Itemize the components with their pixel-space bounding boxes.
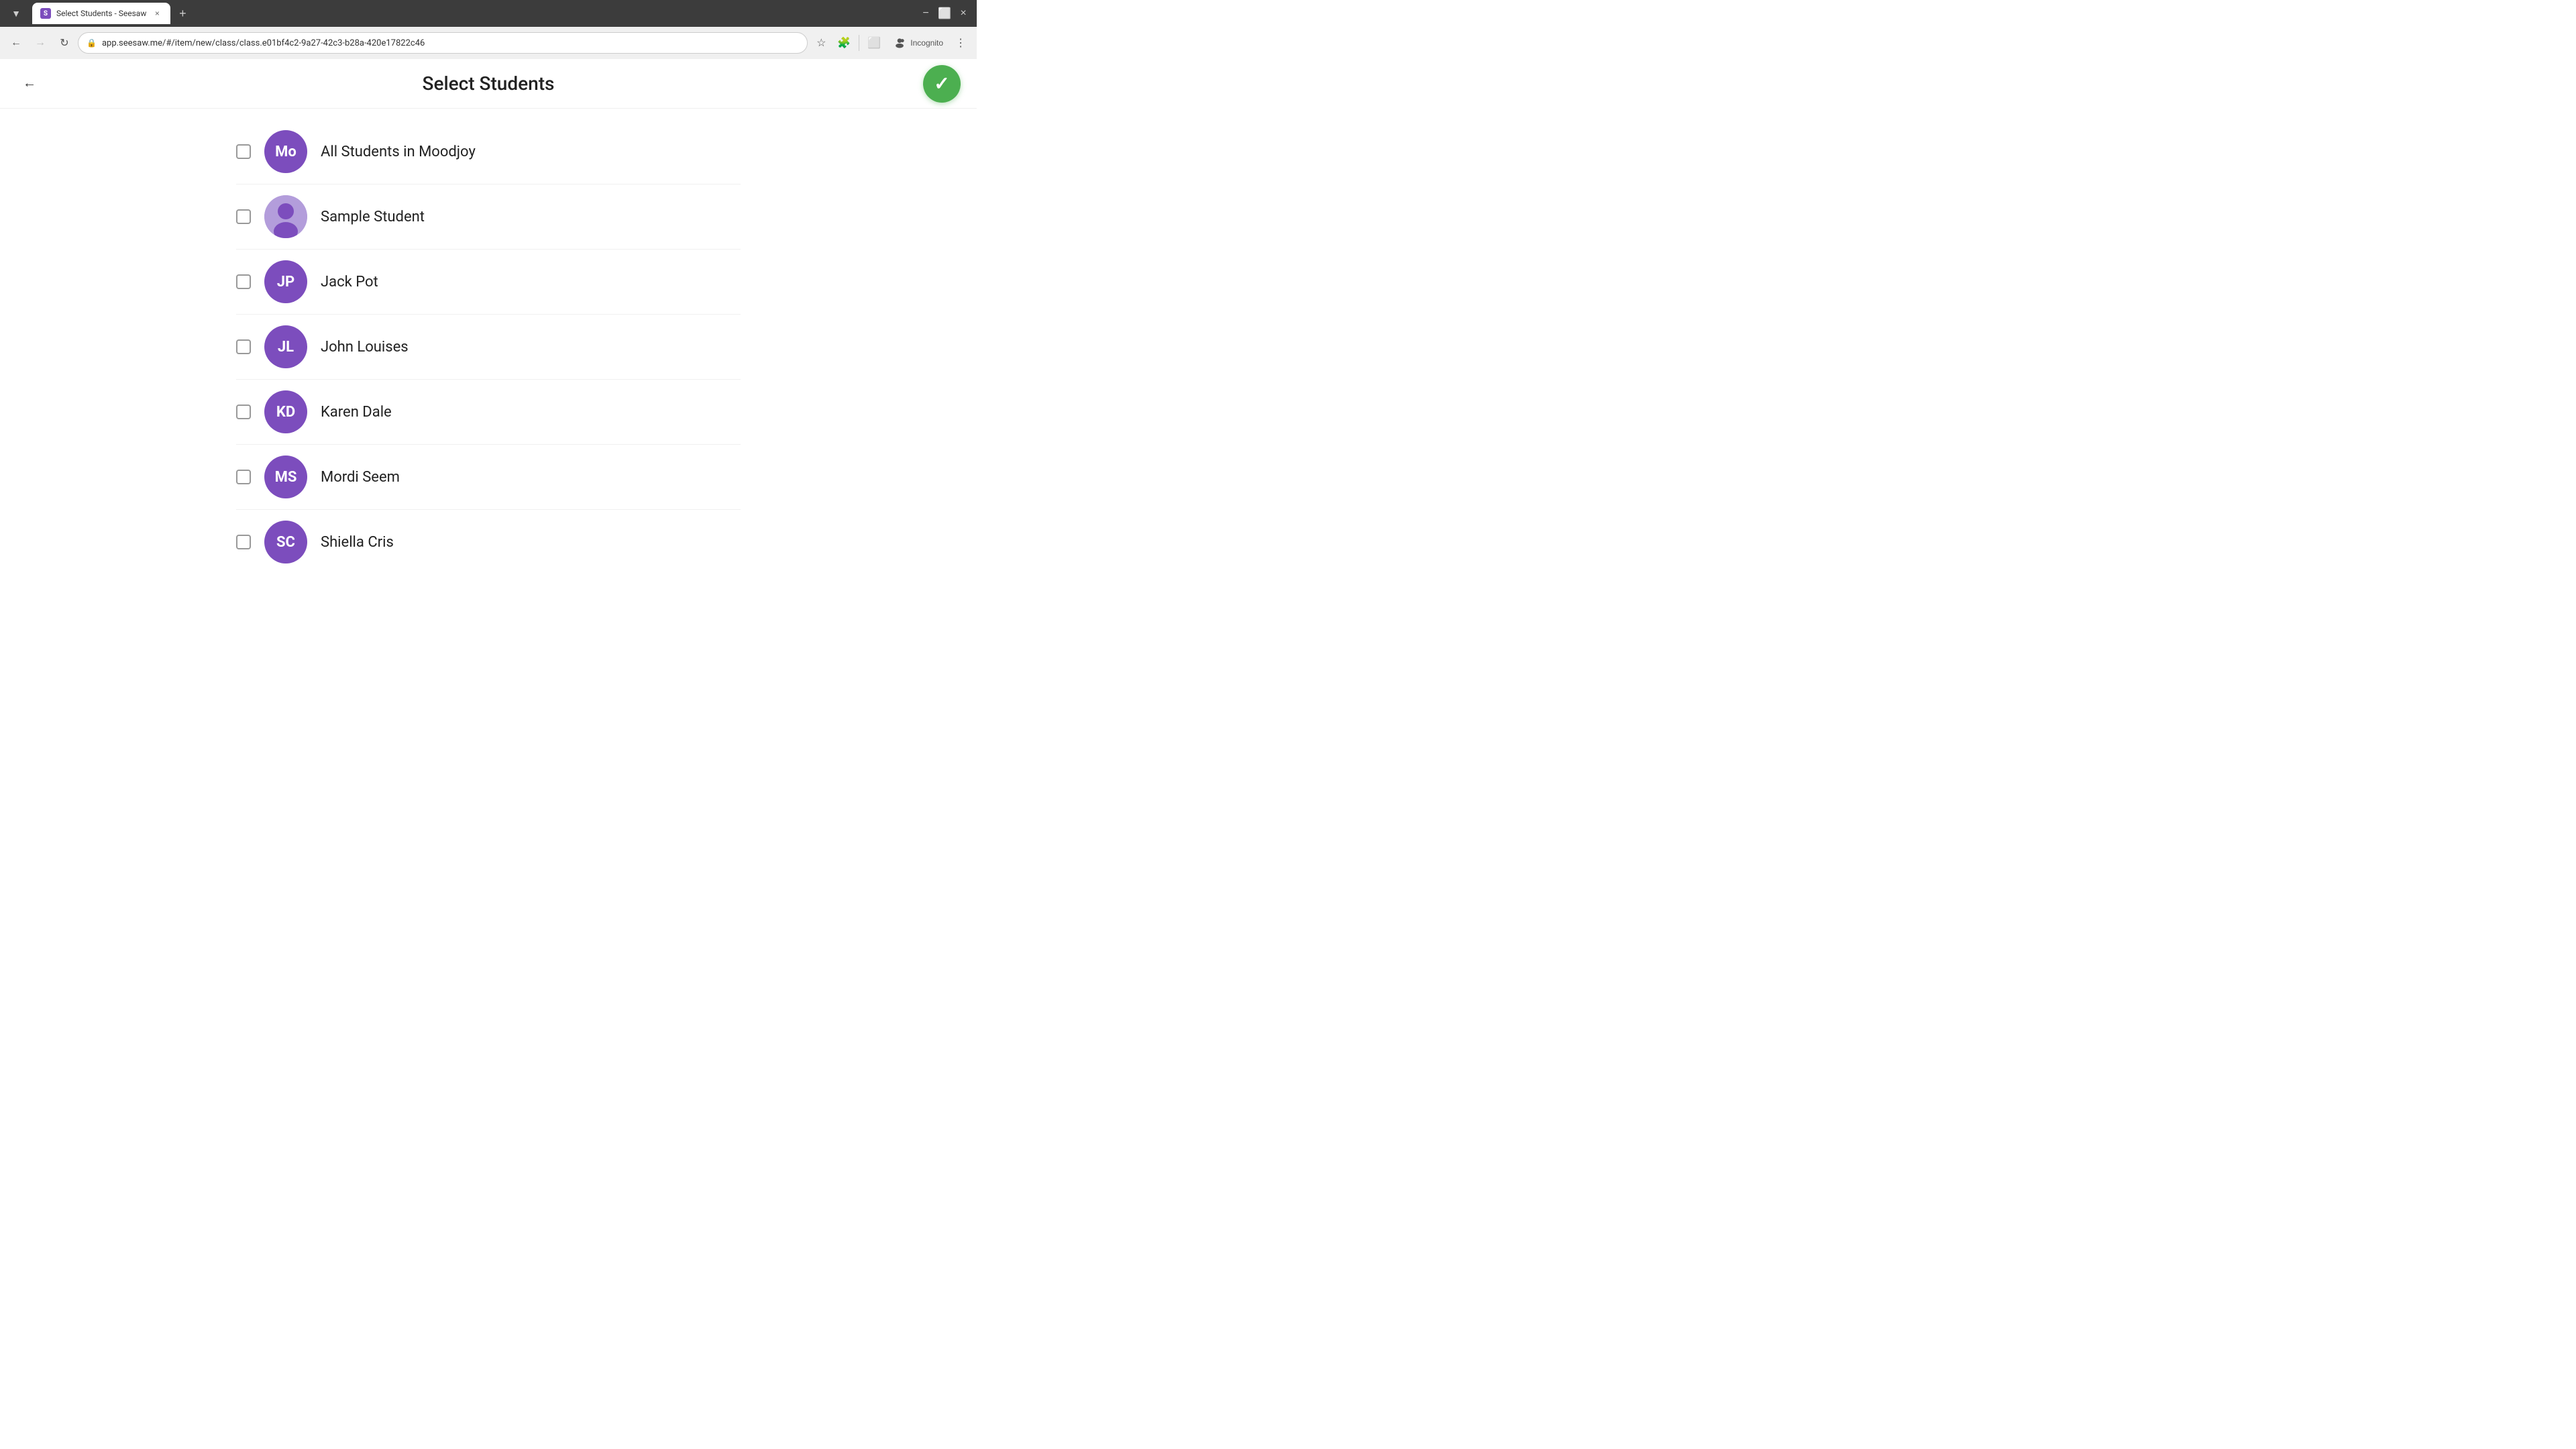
student-name: Mordi Seem: [321, 469, 400, 486]
student-name: John Louises: [321, 339, 409, 356]
reload-button[interactable]: ↻: [54, 32, 75, 54]
list-item[interactable]: Mo All Students in Moodjoy: [220, 119, 757, 184]
student-checkbox[interactable]: [236, 535, 251, 549]
security-lock-icon: 🔒: [87, 38, 97, 48]
student-list: Mo All Students in Moodjoy Sample Student…: [220, 109, 757, 585]
address-bar[interactable]: 🔒 app.seesaw.me/#/item/new/class/class.e…: [78, 32, 808, 54]
browser-title-bar: ▼ S Select Students - Seesaw × + − ⬜ ×: [0, 0, 977, 27]
student-name: All Students in Moodjoy: [321, 144, 476, 160]
tab-close-button[interactable]: ×: [152, 8, 162, 19]
student-checkbox[interactable]: [236, 405, 251, 419]
back-navigation-button[interactable]: ←: [5, 32, 27, 54]
page-header: ← Select Students ✓: [0, 59, 977, 109]
list-item[interactable]: KD Karen Dale: [220, 380, 757, 444]
student-checkbox[interactable]: [236, 339, 251, 354]
list-item[interactable]: JP Jack Pot: [220, 250, 757, 314]
new-tab-button[interactable]: +: [173, 4, 192, 23]
student-checkbox[interactable]: [236, 274, 251, 289]
avatar: JP: [264, 260, 307, 303]
avatar: MS: [264, 455, 307, 498]
bookmark-button[interactable]: ☆: [810, 32, 832, 54]
incognito-icon: [892, 35, 908, 51]
student-name: Karen Dale: [321, 404, 392, 421]
checkmark-icon: ✓: [934, 72, 949, 95]
forward-navigation-button[interactable]: →: [30, 32, 51, 54]
tab-favicon: S: [40, 8, 51, 19]
toolbar-actions: ☆ 🧩 ⬜ Incognito ⋮: [810, 32, 971, 54]
page-content: ← Select Students ✓ Mo All Students in Mo…: [0, 59, 977, 585]
list-item[interactable]: MS Mordi Seem: [220, 445, 757, 509]
back-button[interactable]: ←: [16, 70, 43, 97]
window-minimize-button[interactable]: −: [918, 5, 934, 21]
confirm-button[interactable]: ✓: [923, 65, 961, 103]
back-arrow-icon: ←: [23, 76, 36, 91]
student-checkbox[interactable]: [236, 470, 251, 484]
avatar: [264, 195, 307, 238]
incognito-label: Incognito: [910, 38, 943, 48]
student-checkbox[interactable]: [236, 209, 251, 224]
avatar: SC: [264, 521, 307, 564]
window-maximize-button[interactable]: ⬜: [936, 5, 953, 21]
student-name: Shiella Cris: [321, 534, 394, 551]
page-title: Select Students: [423, 72, 555, 95]
avatar: KD: [264, 390, 307, 433]
incognito-button[interactable]: Incognito: [886, 32, 949, 54]
browser-chrome: ▼ S Select Students - Seesaw × + − ⬜ × ←…: [0, 0, 977, 59]
list-item[interactable]: SC Shiella Cris: [220, 510, 757, 574]
student-checkbox[interactable]: [236, 144, 251, 159]
student-name: Jack Pot: [321, 274, 378, 290]
tab-title: Select Students - Seesaw: [56, 9, 146, 18]
browser-menu-button[interactable]: ⋮: [950, 32, 971, 54]
sidebar-button[interactable]: ⬜: [863, 32, 885, 54]
extensions-button[interactable]: 🧩: [833, 32, 855, 54]
url-text: app.seesaw.me/#/item/new/class/class.e01…: [102, 38, 799, 48]
list-item[interactable]: Sample Student: [220, 184, 757, 249]
window-controls: ▼: [5, 3, 27, 24]
avatar: JL: [264, 325, 307, 368]
tab-bar: S Select Students - Seesaw × +: [32, 3, 912, 24]
window-close-button[interactable]: ×: [955, 5, 971, 21]
student-name: Sample Student: [321, 209, 425, 225]
window-back-btn[interactable]: ▼: [5, 3, 27, 24]
active-tab[interactable]: S Select Students - Seesaw ×: [32, 3, 170, 24]
avatar: Mo: [264, 130, 307, 173]
list-item[interactable]: JL John Louises: [220, 315, 757, 379]
browser-toolbar: ← → ↻ 🔒 app.seesaw.me/#/item/new/class/c…: [0, 27, 977, 59]
